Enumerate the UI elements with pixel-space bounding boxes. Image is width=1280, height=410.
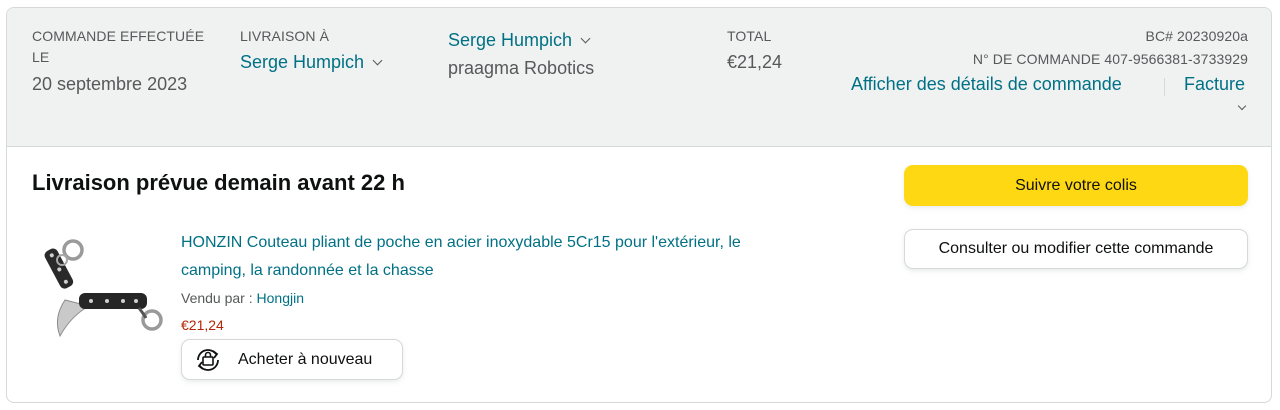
recipient-dropdown[interactable]: Serge Humpich	[448, 28, 591, 52]
sold-by-label: Vendu par :	[181, 290, 257, 306]
buy-again-label: Acheter à nouveau	[238, 351, 373, 368]
order-details-link[interactable]: Afficher des détails de commande	[851, 72, 1122, 96]
track-package-button[interactable]: Suivre votre colis	[904, 165, 1248, 206]
sold-by: Vendu par : Hongjin	[181, 290, 304, 306]
total-label: TOTAL	[727, 28, 772, 44]
chevron-down-icon	[580, 33, 591, 44]
view-edit-order-button[interactable]: Consulter ou modifier cette commande	[904, 229, 1248, 269]
invoice-link[interactable]: Facture	[1184, 72, 1245, 96]
product-image[interactable]	[35, 230, 165, 340]
ship-to-dropdown[interactable]: Serge Humpich	[240, 50, 383, 74]
product-price: €21,24	[181, 317, 224, 333]
buy-again-button[interactable]: Acheter à nouveau	[181, 339, 403, 380]
order-header: COMMANDE EFFECTUÉE LE 20 septembre 2023 …	[7, 8, 1271, 147]
order-card: COMMANDE EFFECTUÉE LE 20 septembre 2023 …	[6, 7, 1272, 403]
link-separator	[1164, 78, 1165, 96]
total-value: €21,24	[727, 52, 783, 72]
knife-image	[44, 239, 163, 338]
product-title-link[interactable]: HONZIN Couteau pliant de poche en acier …	[181, 229, 881, 285]
order-date: 20 septembre 2023	[32, 74, 188, 94]
po-number: BC# 20230920a	[1145, 28, 1248, 44]
buy-again-icon	[197, 349, 219, 371]
ship-to-label: LIVRAISON À	[240, 28, 330, 44]
delivery-status: Livraison prévue demain avant 22 h	[32, 170, 405, 195]
recipient-company: praagma Robotics	[448, 58, 595, 78]
chevron-down-icon	[372, 55, 383, 66]
seller-link[interactable]: Hongjin	[257, 290, 304, 306]
invoice-dropdown[interactable]	[1237, 100, 1247, 118]
recipient-name: Serge Humpich	[448, 30, 573, 50]
ship-to-name: Serge Humpich	[240, 52, 365, 72]
chevron-down-icon	[1237, 101, 1247, 111]
order-number: N° DE COMMANDE 407-9566381-3733929	[972, 51, 1248, 67]
order-placed-label: COMMANDE EFFECTUÉE LE	[32, 28, 205, 65]
